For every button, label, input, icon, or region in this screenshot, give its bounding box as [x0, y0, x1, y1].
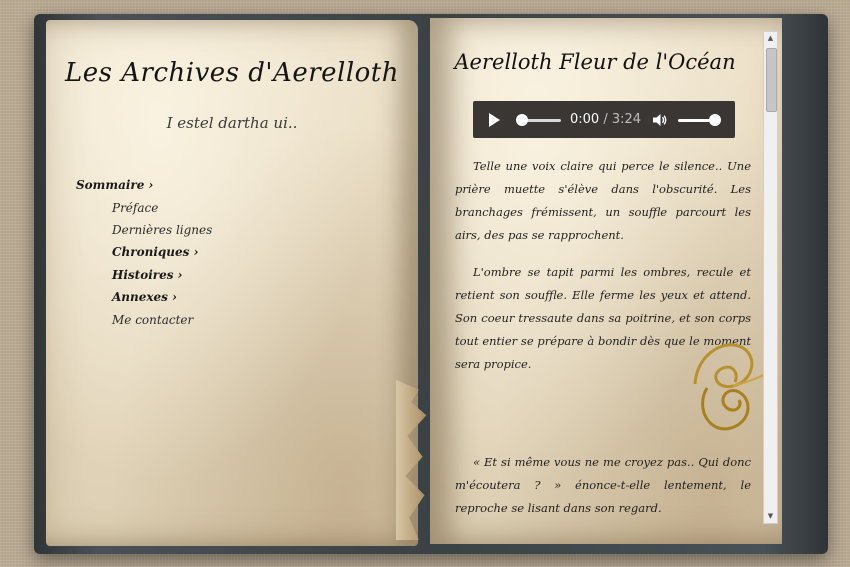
menu-item-histoires[interactable]: Histoires › [112, 268, 182, 282]
menu-item-annexes[interactable]: Annexes › [112, 290, 177, 304]
menu-item-chroniques[interactable]: Chroniques › [112, 245, 198, 259]
seek-knob[interactable] [516, 114, 528, 126]
scrollbar[interactable]: ▲ ▼ [763, 31, 778, 524]
gold-swirl-divider [447, 343, 765, 431]
scroll-up-arrow-icon[interactable]: ▲ [764, 32, 777, 45]
audio-player: 0:00 / 3:24 [473, 101, 735, 138]
time-separator: / [599, 112, 612, 127]
volume-knob[interactable] [709, 114, 721, 126]
scroll-down-arrow-icon[interactable]: ▼ [764, 510, 777, 523]
menu-item-dernieres-lignes[interactable]: Dernières lignes [112, 223, 212, 237]
menu-item-sommaire[interactable]: Sommaire › [76, 178, 153, 192]
scrollbar-thumb[interactable] [766, 48, 777, 112]
site-title: Les Archives d'Aerelloth [64, 58, 400, 88]
chapter-title: Aerelloth Fleur de l'Océan [454, 50, 736, 74]
left-page [46, 20, 418, 546]
site-subtitle: I estel dartha ui.. [166, 114, 298, 132]
menu-item-preface[interactable]: Préface [112, 201, 158, 215]
menu-item-me-contacter[interactable]: Me contacter [112, 313, 193, 327]
current-time: 0:00 [570, 112, 600, 127]
volume-icon[interactable] [652, 112, 668, 128]
paragraph: Telle une voix claire qui perce le silen… [455, 159, 751, 242]
duration: 3:24 [611, 112, 642, 127]
quote-paragraph: « Et si même vous ne me croyez pas.. Qui… [455, 455, 751, 515]
play-icon[interactable] [489, 113, 500, 127]
time-display: 0:00 / 3:24 [570, 112, 641, 127]
